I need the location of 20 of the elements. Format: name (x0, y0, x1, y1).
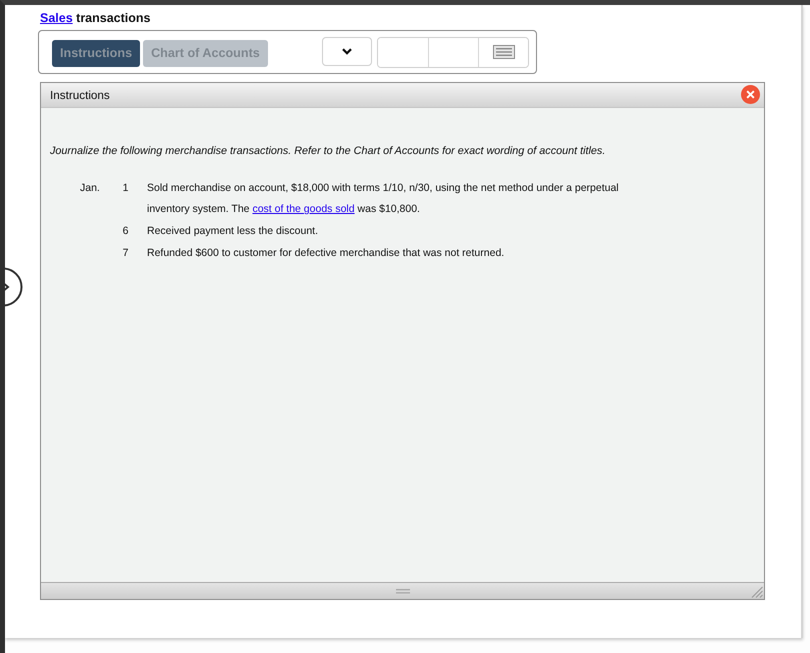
title-link[interactable]: Sales (40, 11, 73, 25)
page-title: Sales transactions (40, 11, 152, 26)
panel-title: Instructions (50, 88, 110, 102)
entry-text: Refunded $600 to customer for defective merchandise that was not returned. (147, 246, 506, 261)
chevron-down-icon (342, 48, 352, 54)
entry-day: 6 (122, 225, 128, 237)
term-link[interactable]: cost of the goods sold (252, 203, 355, 215)
entry-month: Jan. (80, 182, 100, 194)
instructions-text: Journalize the following merchandise transactions. Refer to the Chart of Accounts for exact wording of account titles. (50, 144, 606, 158)
entry-text: Received payment less the discount. (147, 224, 320, 239)
entry-text: Sold merchandise on account, $18,000 with terms 1/10, n/30, using the net method under a perpetual inventory system. The cost of the goods sold was $10,800. (147, 181, 620, 217)
entry-day: 1 (122, 182, 128, 194)
chevron-right-icon[interactable] (5, 267, 23, 307)
toolbar-button[interactable] (478, 38, 528, 66)
entry-day: 7 (122, 247, 128, 259)
list-icon (492, 45, 514, 59)
resize-handle-icon[interactable] (751, 586, 763, 598)
grip-icon[interactable] (396, 588, 410, 594)
dropdown-button[interactable] (322, 36, 372, 66)
close-icon[interactable] (741, 84, 760, 104)
